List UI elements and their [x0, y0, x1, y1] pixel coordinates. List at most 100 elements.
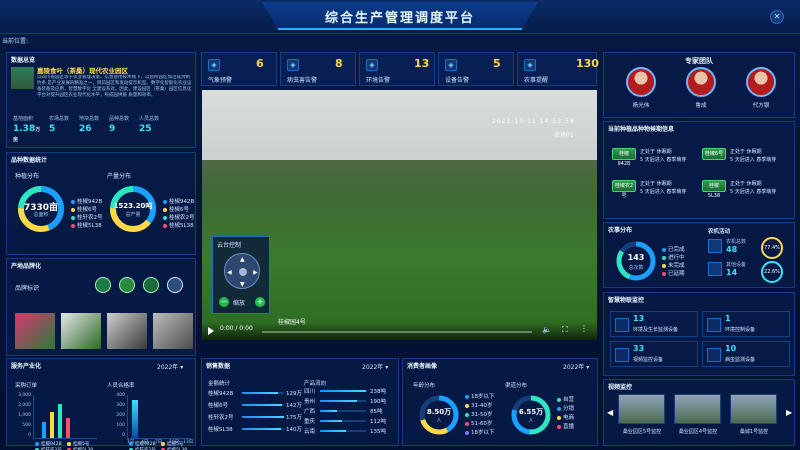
growth-line2: 5 天后进入 春季萌芽 — [640, 189, 687, 195]
product-image-4 — [153, 313, 193, 349]
service-year-select[interactable]: 2022年 ▾ — [157, 362, 183, 371]
consumer-year-select[interactable]: 2022年 ▾ — [563, 362, 589, 371]
invest-y-tick: 300 — [116, 403, 125, 408]
invest-area-peak — [132, 400, 138, 438]
ptz-center[interactable] — [239, 268, 247, 276]
ptz-joystick[interactable]: ▲ ▼ ◀ ▶ — [224, 253, 260, 289]
legend-dot — [557, 397, 561, 402]
camera-thumb[interactable] — [618, 394, 665, 424]
sales-bar — [50, 412, 54, 438]
legend-label: 桂椒5L38 — [169, 223, 194, 229]
legend-item: 桂椒5L38 — [163, 221, 194, 229]
kpi-card[interactable]: ◈ 农事提醒 130 — [517, 52, 599, 86]
sales-total-value: 129万 — [286, 391, 302, 397]
legend-label: 18岁以下 — [471, 394, 495, 400]
close-icon[interactable]: ✕ — [770, 10, 784, 24]
sales-flow-bar — [320, 400, 357, 402]
iot-card[interactable]: 13 环境及生长监测设备 — [610, 311, 698, 337]
kpi-label: 农事提醒 — [524, 77, 549, 84]
fullscreen-icon[interactable]: ⛶ — [562, 325, 568, 335]
video-osd-channel: 农场01 — [554, 132, 574, 139]
overview-stat: 品种总数 9 — [109, 115, 139, 145]
prev-icon[interactable]: ◀ — [607, 408, 613, 417]
legend-dot — [465, 412, 469, 417]
overview-stat-label: 农场总数 — [49, 116, 70, 122]
legend-item: 已完成 — [662, 245, 685, 253]
overview-panel: 数据总览 嘉陵食叶（茶桑）现代农业园区 以四川省园区等于农业管理决策，信息使用技… — [6, 52, 196, 148]
iot-card[interactable]: 1 环境控制设备 — [702, 311, 790, 337]
ptz-title: 云台控制 — [217, 242, 242, 249]
arrow-down-icon[interactable]: ▼ — [240, 281, 245, 288]
overview-stat-number: 1.38 — [13, 124, 36, 134]
sales-y-tick: 3,000 — [18, 393, 31, 398]
sales-total-name: 桂椒942B — [208, 391, 234, 397]
ptz-panel: 云台控制 ▲ ▼ ◀ ▶ − 缩放 + — [212, 236, 270, 314]
sales-total-value: 140万 — [286, 427, 302, 433]
iot-label: 环境控制设备 — [725, 327, 756, 333]
farm-panel: 农事分布 143 总次数 农机活动 农机总数 48 其他设备 14 77.4% … — [603, 222, 795, 288]
overview-stat-label: 人员总数 — [139, 116, 160, 122]
device-icon — [708, 262, 722, 276]
arrow-right-icon[interactable]: ▶ — [253, 269, 258, 276]
sales-chart — [33, 395, 97, 439]
zoom-out-icon[interactable]: − — [219, 297, 229, 307]
volume-icon[interactable]: 🔈 — [542, 325, 552, 334]
legend-item: 18岁以下 — [465, 428, 495, 436]
expert-name: 代方银 — [752, 103, 770, 109]
legend-dot — [557, 415, 561, 420]
more-icon[interactable]: ⋮ — [580, 324, 588, 333]
sales-flow-bar — [320, 430, 346, 432]
sales-year-select[interactable]: 2022年 ▾ — [362, 362, 388, 371]
legend-dot — [465, 403, 469, 408]
play-icon[interactable] — [208, 327, 214, 335]
ptz-zoom-label: 缩放 — [233, 300, 246, 307]
iot-card[interactable]: 33 视频监控设备 — [610, 341, 698, 367]
brand-label: 品牌标识 — [15, 285, 40, 292]
sales-total-bar — [242, 404, 282, 406]
avatar[interactable] — [626, 67, 656, 97]
iot-label: 环境及生长监测设备 — [633, 327, 679, 333]
video-player[interactable]: 2023-10-11 14:53:58 农场01 桂椒园4号 云台控制 ▲ ▼ … — [202, 90, 597, 340]
overview-stat-value: 5 — [49, 124, 79, 134]
legend-label: 电商 — [563, 415, 575, 421]
growth-line1: 正处于 休眠期 — [640, 181, 672, 187]
growth-line2: 5 天后进入 春季萌芽 — [640, 157, 687, 163]
video-time: 0:00 / 0:00 — [220, 325, 253, 332]
kpi-value: 8 — [335, 57, 343, 70]
next-icon[interactable]: ▶ — [786, 408, 792, 417]
sales-flow-name: 四川 — [304, 389, 316, 395]
machinery-title: 农机活动 — [708, 229, 731, 235]
video-seekbar[interactable] — [262, 331, 532, 333]
camera-thumb[interactable] — [730, 394, 777, 424]
zoom-in-icon[interactable]: + — [255, 297, 265, 307]
overview-stat-value: 1.38万亩 — [13, 124, 43, 144]
arrow-up-icon[interactable]: ▲ — [240, 256, 245, 263]
growth-line2: 5 天后进入 春季萌芽 — [730, 189, 777, 195]
variety-chip: 桂椒942B — [612, 148, 636, 167]
legend-item: 桂椒农2号 — [163, 213, 195, 221]
sales-total-name: 桂椒5L38 — [208, 427, 233, 433]
legend-dot — [163, 199, 167, 204]
legend-item: 电商 — [557, 413, 574, 421]
avatar[interactable] — [746, 67, 776, 97]
iot-value: 10 — [725, 344, 737, 353]
kpi-card[interactable]: ◈ 病虫害告警 8 — [280, 52, 356, 86]
expert-panel: 专家团队 杨光伟 鲁成 代方银 — [603, 52, 795, 118]
legend-dot — [662, 263, 666, 268]
sales-flow-name: 广西 — [304, 409, 316, 415]
overview-stat-number: 26 — [79, 124, 92, 134]
arrow-left-icon[interactable]: ◀ — [227, 269, 232, 276]
kpi-card[interactable]: ◈ 设备告警 5 — [438, 52, 514, 86]
kpi-value: 6 — [256, 57, 264, 70]
kpi-card[interactable]: ◈ 环境告警 13 — [359, 52, 435, 86]
sales-flow-value: 112吨 — [370, 419, 386, 425]
kpi-card[interactable]: ◈ 气象预警 6 — [201, 52, 277, 86]
kpi-label: 设备告警 — [445, 77, 470, 84]
legend-dot — [662, 271, 666, 276]
overview-desc: 以四川省园区等于农业管理决策，信息使用技术线下，以您所园区加活成为制约条 是产业… — [37, 75, 192, 98]
sales-bar — [58, 404, 62, 438]
invest-x-tick: 10日 — [169, 440, 180, 445]
camera-thumb[interactable] — [674, 394, 721, 424]
avatar[interactable] — [686, 67, 716, 97]
iot-card[interactable]: 10 病虫监测设备 — [702, 341, 790, 367]
